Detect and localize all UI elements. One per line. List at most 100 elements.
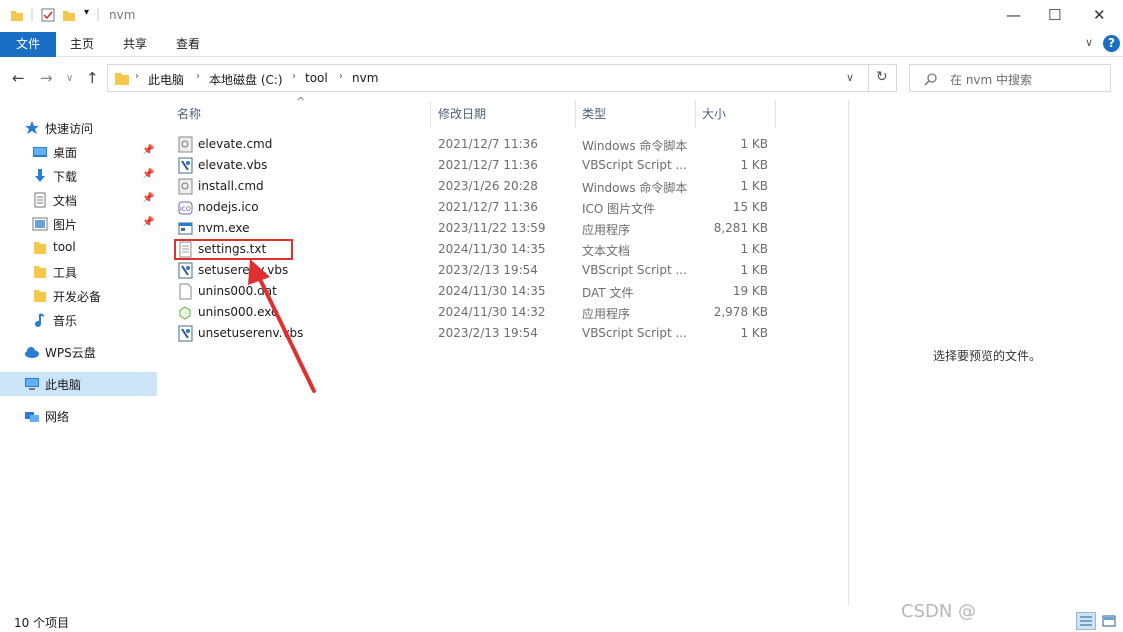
column-header-size[interactable]: 大小 [696, 100, 776, 128]
sidebar-item-label: 此电脑 [45, 378, 82, 392]
installer-file-icon [179, 306, 191, 320]
file-date: 2024/11/30 14:35 [438, 242, 546, 256]
pin-icon[interactable]: 📌 [142, 217, 154, 228]
tab-share[interactable]: 共享 [115, 32, 155, 57]
document-icon [34, 192, 46, 208]
tab-file[interactable]: 文件 [0, 32, 56, 57]
breadcrumb-local-disk[interactable]: 本地磁盘 (C:) [209, 71, 283, 88]
sidebar-item-desktop[interactable]: 桌面 📌 [0, 140, 157, 164]
large-icons-view-button[interactable] [1099, 612, 1119, 630]
ico-file-icon: ICO [178, 201, 193, 215]
forward-arrow-icon[interactable]: → [40, 69, 53, 87]
column-header-type[interactable]: 类型 [576, 100, 696, 128]
sidebar-item-label: 开发必备 [53, 290, 102, 304]
sidebar-item-label: 工具 [53, 266, 78, 280]
close-button[interactable]: ✕ [1093, 6, 1106, 24]
navigation-pane: 快速访问 桌面 📌 下载 📌 文档 📌 图片 📌 tool 工具 开发必备 音乐… [0, 100, 157, 605]
minimize-button[interactable]: — [1006, 6, 1021, 24]
breadcrumb-nvm[interactable]: nvm [352, 71, 378, 85]
pin-icon[interactable]: 📌 [142, 169, 154, 180]
breadcrumb-separator-icon[interactable]: › [292, 71, 296, 82]
file-date: 2023/2/13 19:54 [438, 263, 538, 277]
back-arrow-icon[interactable]: ← [12, 69, 25, 87]
new-folder-icon[interactable] [62, 8, 76, 22]
refresh-icon[interactable]: ↻ [876, 69, 888, 85]
quick-access-dropdown-icon[interactable]: ▾ [84, 7, 89, 18]
cmd-file-icon [178, 136, 193, 153]
sidebar-item-music[interactable]: 音乐 [0, 308, 157, 332]
file-size: 8,281 KB [713, 221, 768, 235]
maximize-button[interactable]: ☐ [1048, 6, 1061, 24]
address-dropdown-icon[interactable]: ∨ [846, 71, 854, 84]
breadcrumb-separator-icon[interactable]: › [339, 71, 343, 82]
sidebar-item-tool[interactable]: tool [0, 236, 157, 260]
sidebar-item-network[interactable]: 网络 [0, 404, 157, 428]
preview-message: 选择要预览的文件。 [933, 349, 1042, 363]
file-name: nvm.exe [198, 221, 250, 235]
file-name: install.cmd [198, 179, 264, 193]
exe-file-icon [178, 222, 193, 235]
annotation-arrow [248, 259, 316, 393]
table-row[interactable]: ICO nodejs.ico 2021/12/7 11:36 ICO 图片文件 … [172, 197, 792, 218]
help-button[interactable]: ? [1103, 35, 1120, 52]
large-icons-view-icon [1102, 615, 1116, 627]
table-row[interactable]: nvm.exe 2023/11/22 13:59 应用程序 8,281 KB [172, 218, 792, 239]
tab-view[interactable]: 查看 [168, 32, 208, 57]
sidebar-item-quick-access[interactable]: 快速访问 [0, 116, 157, 140]
details-view-button[interactable] [1076, 612, 1096, 630]
file-size: 1 KB [740, 179, 768, 193]
address-bar[interactable]: › 此电脑 › 本地磁盘 (C:) › tool › nvm ∨ ↻ [107, 64, 897, 92]
column-header-name[interactable]: 名称 [171, 100, 431, 128]
table-row[interactable]: elevate.vbs 2021/12/7 11:36 VBScript Scr… [172, 155, 792, 176]
folder-icon [34, 266, 46, 278]
sidebar-item-this-pc[interactable]: 此电脑 [0, 372, 157, 396]
file-name: nodejs.ico [198, 200, 259, 214]
file-size: 1 KB [740, 137, 768, 151]
breadcrumb-separator-icon[interactable]: › [196, 71, 200, 82]
file-date: 2023/1/26 20:28 [438, 179, 538, 193]
breadcrumb-tool[interactable]: tool [305, 71, 328, 85]
sidebar-item-tools-cn[interactable]: 工具 [0, 260, 157, 284]
window-title: nvm [109, 8, 136, 22]
folder-icon [11, 11, 23, 21]
sidebar-item-wps-cloud[interactable]: WPS云盘 [0, 340, 157, 364]
sidebar-item-label: tool [53, 240, 76, 254]
chevron-down-icon[interactable]: ∨ [1085, 36, 1093, 49]
file-date: 2024/11/30 14:32 [438, 305, 546, 319]
pin-icon[interactable]: 📌 [142, 145, 154, 156]
file-size: 1 KB [740, 263, 768, 277]
table-row[interactable]: elevate.cmd 2021/12/7 11:36 Windows 命令脚本… [172, 134, 792, 155]
sidebar-item-label: 快速访问 [45, 122, 94, 136]
vbs-file-icon [178, 157, 193, 174]
sidebar-item-documents[interactable]: 文档 📌 [0, 188, 157, 212]
breadcrumb-separator-icon[interactable]: › [135, 71, 139, 82]
file-date: 2024/11/30 14:35 [438, 284, 546, 298]
recent-locations-icon[interactable]: ∨ [66, 73, 73, 84]
sidebar-item-label: 桌面 [53, 146, 78, 160]
cmd-file-icon [178, 178, 193, 195]
file-type: 应用程序 [582, 223, 631, 237]
sidebar-item-label: 文档 [53, 194, 78, 208]
column-header-date[interactable]: 修改日期 [432, 100, 576, 128]
tab-home[interactable]: 主页 [62, 32, 102, 57]
file-type: Windows 命令脚本 [582, 139, 688, 153]
pin-icon[interactable]: 📌 [142, 193, 154, 204]
file-size: 15 KB [732, 200, 768, 214]
file-type: 文本文档 [582, 244, 631, 258]
file-type: DAT 文件 [582, 286, 634, 300]
properties-icon[interactable] [40, 7, 56, 23]
table-row[interactable]: install.cmd 2023/1/26 20:28 Windows 命令脚本… [172, 176, 792, 197]
file-date: 2021/12/7 11:36 [438, 200, 538, 214]
file-type: VBScript Script ... [582, 326, 687, 340]
search-box[interactable]: 在 nvm 中搜索 [909, 64, 1111, 92]
sidebar-item-downloads[interactable]: 下载 📌 [0, 164, 157, 188]
divider [868, 65, 869, 91]
file-size: 2,978 KB [713, 305, 768, 319]
search-input[interactable]: 在 nvm 中搜索 [950, 71, 1032, 88]
sidebar-item-dev-essentials[interactable]: 开发必备 [0, 284, 157, 308]
file-date: 2023/11/22 13:59 [438, 221, 546, 235]
sidebar-item-label: 网络 [45, 410, 70, 424]
breadcrumb-this-pc[interactable]: 此电脑 [148, 71, 184, 88]
up-arrow-icon[interactable]: ↑ [86, 69, 99, 87]
sidebar-item-pictures[interactable]: 图片 📌 [0, 212, 157, 236]
